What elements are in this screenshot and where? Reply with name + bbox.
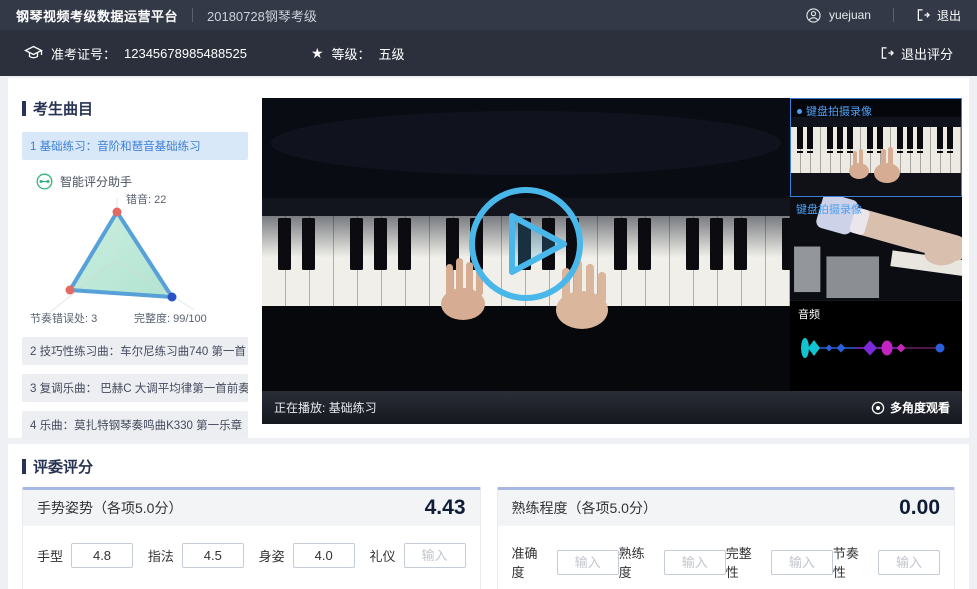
- card-title: 手势姿势（各项5.0分）: [37, 498, 182, 518]
- score-card-gesture-header: 手势姿势（各项5.0分） 4.43: [23, 490, 480, 526]
- logout-button[interactable]: 退出: [916, 7, 961, 24]
- thumb-1-label: 键盘拍摄录像: [797, 103, 872, 119]
- radar-label-wrong-notes: 错音: 22: [126, 191, 166, 207]
- ticket-group: 准考证号： 12345678985488525: [24, 44, 247, 63]
- exit-scoring-label: 退出评分: [901, 44, 953, 63]
- audio-waveform: [794, 327, 954, 369]
- proficiency-input[interactable]: [664, 550, 726, 575]
- thumb-1-label-text: 键盘拍摄录像: [806, 103, 872, 119]
- etiquette-input[interactable]: [404, 543, 466, 568]
- ticket-number: 12345678985488525: [124, 46, 247, 61]
- scoring-title: 评委评分: [22, 456, 955, 477]
- logout-label: 退出: [937, 7, 961, 24]
- completeness-input[interactable]: [771, 550, 833, 575]
- playlist-title-text: 考生曲目: [33, 98, 93, 119]
- session-title: 20180728钢琴考级: [207, 6, 317, 25]
- level-group: ★ 等级： 五级: [311, 44, 405, 63]
- live-dot-icon: [797, 109, 802, 114]
- graduation-cap-icon: [24, 45, 43, 61]
- score-card-gesture-fields: 手型 指法 身姿 礼仪: [23, 526, 480, 587]
- exit-scoring-icon: [880, 46, 895, 60]
- piano-grading-app: 钢琴视频考级数据运营平台 20180728钢琴考级 yuejuan 退出: [0, 0, 977, 589]
- thumb-2-label-text: 键盘拍摄录像: [796, 201, 862, 217]
- radar-label-completeness: 完整度: 99/100: [134, 310, 207, 326]
- video-player: 键盘拍摄录像: [262, 98, 962, 424]
- field-label: 身姿: [259, 546, 285, 565]
- thumb-2-label: 键盘拍摄录像: [796, 201, 862, 217]
- exam-main-panel: 考生曲目 1 基础练习：音阶和琶音基础练习 智能评分助手: [8, 78, 969, 438]
- playlist-sidebar: 考生曲目 1 基础练习：音阶和琶音基础练习 智能评分助手: [22, 98, 254, 439]
- title-bar-decor: [22, 101, 26, 116]
- navbar-user-area: yuejuan 退出: [806, 7, 961, 24]
- field-completeness: 完整性: [726, 543, 833, 581]
- score-cards: 手势姿势（各项5.0分） 4.43 手型 指法 身姿: [22, 487, 955, 589]
- playlist-title: 考生曲目: [22, 98, 254, 119]
- field-etiquette: 礼仪: [369, 543, 465, 568]
- level-label: 等级：: [332, 44, 371, 63]
- multi-angle-button[interactable]: 多角度观看: [871, 399, 950, 416]
- angle-thumbnails: 键盘拍摄录像: [790, 98, 962, 391]
- rhythm-input[interactable]: [878, 550, 940, 575]
- audio-track[interactable]: 音频: [790, 301, 962, 391]
- app-title: 钢琴视频考级数据运营平台: [16, 6, 178, 25]
- hand-shape-input[interactable]: [71, 543, 133, 568]
- field-rhythm: 节奏性: [833, 543, 940, 581]
- field-label: 手型: [37, 546, 63, 565]
- now-playing: 正在播放: 基础练习: [274, 399, 377, 416]
- playlist-item-2[interactable]: 2 技巧性练习曲：车尔尼练习曲740 第一首: [22, 337, 248, 365]
- card-title: 熟练程度（各项5.0分）: [512, 498, 657, 518]
- audio-label: 音频: [798, 309, 820, 321]
- field-label: 熟练度: [619, 543, 656, 581]
- score-total: 4.43: [425, 496, 466, 520]
- username: yuejuan: [829, 8, 871, 22]
- top-navbar: 钢琴视频考级数据运营平台 20180728钢琴考级 yuejuan 退出: [0, 0, 977, 30]
- playlist-item-1[interactable]: 1 基础练习：音阶和琶音基础练习: [22, 132, 248, 160]
- field-label: 准确度: [512, 543, 549, 581]
- score-card-proficiency-fields: 准确度 熟练度 完整性 节奏性: [498, 526, 955, 589]
- title-divider: [192, 8, 193, 22]
- field-accuracy: 准确度: [512, 543, 619, 581]
- radar-label-rhythm-errors: 节奏错误处: 3: [30, 310, 97, 326]
- field-label: 完整性: [726, 543, 763, 581]
- field-label: 指法: [148, 546, 174, 565]
- multi-angle-label: 多角度观看: [890, 399, 950, 416]
- judge-scoring-panel: 评委评分 手势姿势（各项5.0分） 4.43 手型 指法: [8, 444, 969, 589]
- star-icon: ★: [311, 46, 324, 60]
- score-total: 0.00: [899, 496, 940, 520]
- assistant-label: 智能评分助手: [60, 173, 132, 190]
- exam-info-bar: 准考证号： 12345678985488525 ★ 等级： 五级 退出评分: [0, 30, 977, 76]
- level-value: 五级: [379, 44, 405, 63]
- radar-chart: 错音: 22 节奏错误处: 3 完整度: 99/100: [22, 190, 248, 328]
- main-video[interactable]: [262, 98, 790, 391]
- user-icon: [806, 8, 821, 23]
- camera-thumb-keyboard-top[interactable]: 键盘拍摄录像: [790, 98, 962, 197]
- video-control-bar: 正在播放: 基础练习 多角度观看: [262, 391, 962, 424]
- play-button[interactable]: [456, 174, 596, 314]
- ticket-label: 准考证号：: [51, 44, 116, 63]
- smart-score-assistant: 智能评分助手: [36, 173, 254, 190]
- score-card-proficiency: 熟练程度（各项5.0分） 0.00 准确度 熟练度 完整性: [497, 487, 956, 589]
- field-proficiency: 熟练度: [619, 543, 726, 581]
- smart-score-icon: [36, 173, 53, 190]
- posture-input[interactable]: [293, 543, 355, 568]
- field-fingering: 指法: [148, 543, 244, 568]
- field-hand-shape: 手型: [37, 543, 133, 568]
- score-card-proficiency-header: 熟练程度（各项5.0分） 0.00: [498, 490, 955, 526]
- scoring-title-text: 评委评分: [33, 456, 93, 477]
- accuracy-input[interactable]: [557, 550, 619, 575]
- exit-scoring-button[interactable]: 退出评分: [880, 44, 953, 63]
- camera-thumb-side-angle[interactable]: 键盘拍摄录像: [790, 197, 962, 301]
- logout-icon: [916, 8, 931, 22]
- fingering-input[interactable]: [182, 543, 244, 568]
- multi-angle-icon: [871, 401, 885, 415]
- field-posture: 身姿: [259, 543, 355, 568]
- radar-chart-plot: [22, 190, 248, 328]
- playlist-item-3[interactable]: 3 复调乐曲： 巴赫C 大调平均律第一首前奏曲: [22, 374, 248, 402]
- playlist-item-4[interactable]: 4 乐曲：莫扎特钢琴奏鸣曲K330 第一乐章: [22, 411, 248, 439]
- score-card-gesture: 手势姿势（各项5.0分） 4.43 手型 指法 身姿: [22, 487, 481, 589]
- user-divider: [893, 8, 894, 22]
- field-label: 礼仪: [369, 546, 395, 565]
- title-bar-decor: [22, 459, 26, 474]
- field-label: 节奏性: [833, 543, 870, 581]
